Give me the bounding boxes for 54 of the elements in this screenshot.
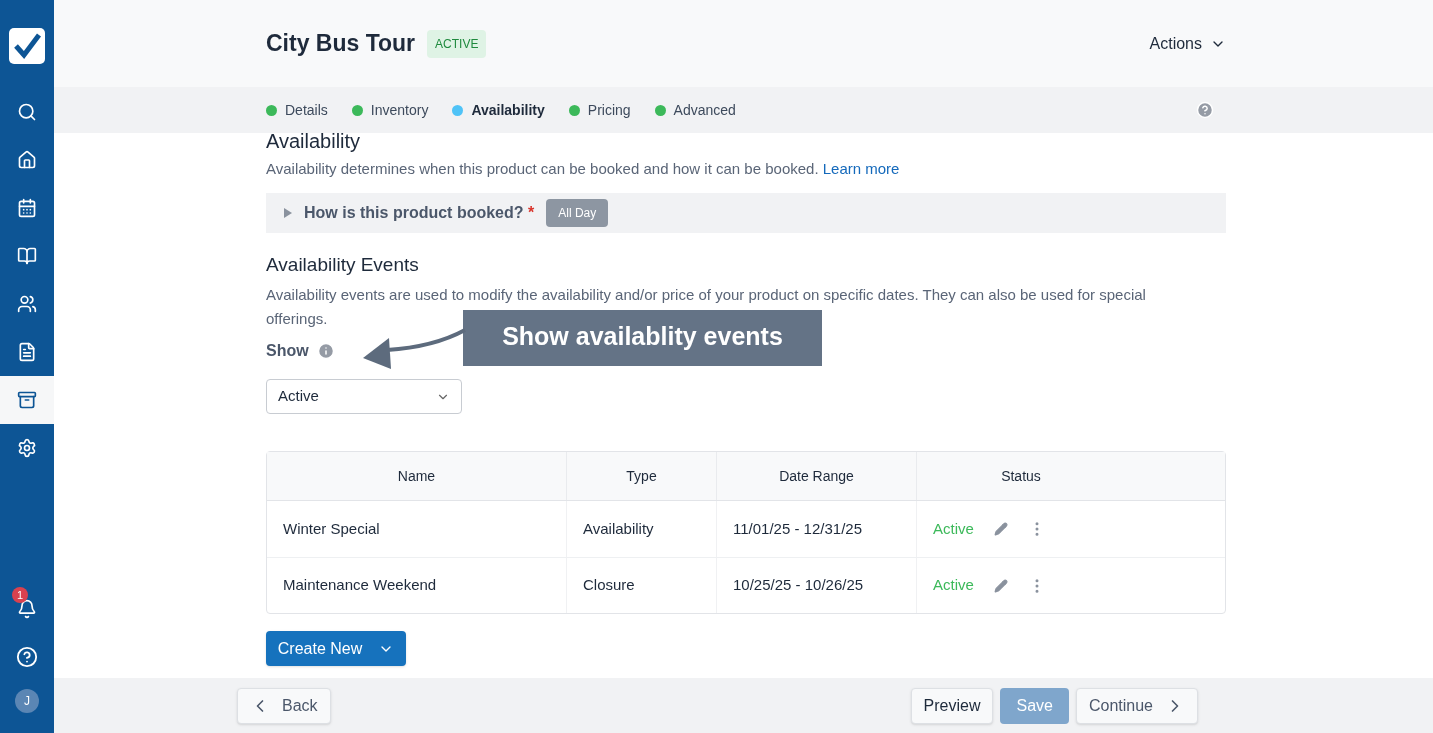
step-tab[interactable]: Pricing	[568, 99, 631, 121]
users-icon	[17, 294, 37, 314]
status-badge: ACTIVE	[427, 29, 487, 58]
table-cell: 11/01/25 - 12/31/25	[717, 501, 917, 557]
booking-type-badge: All Day	[546, 198, 609, 227]
bell-icon	[17, 599, 37, 619]
table-cell: Maintenance Weekend	[267, 558, 567, 613]
logo-icon	[9, 28, 45, 64]
status-text: Active	[933, 575, 974, 596]
booking-question: How is this product booked? *	[304, 202, 535, 223]
edit-icon[interactable]	[993, 522, 1008, 536]
continue-button[interactable]: Continue	[1075, 687, 1198, 724]
step-tab[interactable]: Advanced	[654, 99, 736, 121]
status-text: Active	[933, 518, 974, 539]
search-icon	[17, 102, 37, 122]
notification-badge: 1	[12, 587, 28, 603]
help-icon	[16, 646, 38, 668]
callout-box: Show availablity events	[463, 310, 822, 366]
back-button[interactable]: Back	[237, 687, 331, 724]
table-cell: Availability	[567, 501, 717, 557]
step-tab[interactable]: Availability	[452, 99, 545, 121]
help-icon[interactable]	[1196, 101, 1214, 119]
notifications-button[interactable]: 1	[0, 585, 54, 633]
column-header: Date Range	[717, 452, 917, 500]
section-title: Availability	[266, 130, 362, 152]
actions-menu[interactable]: Actions	[1149, 31, 1226, 56]
step-tab[interactable]: Details	[266, 99, 328, 121]
learn-more-link[interactable]: Learn more	[822, 160, 900, 177]
create-new-button[interactable]: Create New	[266, 631, 406, 666]
table-cell: Winter Special	[267, 501, 567, 557]
table-cell: Closure	[567, 558, 717, 613]
home-icon	[17, 150, 37, 170]
info-icon	[316, 342, 335, 360]
page-title: City Bus Tour	[266, 29, 416, 59]
caret-right-icon	[284, 207, 292, 218]
sidebar-item[interactable]	[0, 376, 54, 424]
events-title: Availability Events	[266, 252, 420, 277]
column-header: Status	[1000, 466, 1042, 486]
book-icon	[17, 246, 37, 266]
step-tab[interactable]: Inventory	[351, 99, 429, 121]
preview-button[interactable]: Preview	[910, 687, 994, 724]
edit-icon[interactable]	[993, 578, 1008, 593]
column-header: Type	[567, 452, 717, 500]
calendar-icon	[17, 198, 37, 218]
column-header: Name	[267, 452, 567, 500]
archive-icon	[17, 390, 37, 410]
document-icon	[17, 342, 37, 362]
section-description: Availability determines when this product can be booked and how it can be booked. Learn more	[266, 159, 901, 179]
show-select[interactable]: Active	[266, 379, 462, 414]
settings-icon	[17, 438, 37, 458]
show-label: Show	[266, 341, 309, 361]
user-avatar[interactable]: J	[15, 689, 39, 713]
table-cell: 10/25/25 - 10/26/25	[717, 558, 917, 613]
booking-accordion[interactable]: How is this product booked? * All Day	[266, 192, 1226, 233]
